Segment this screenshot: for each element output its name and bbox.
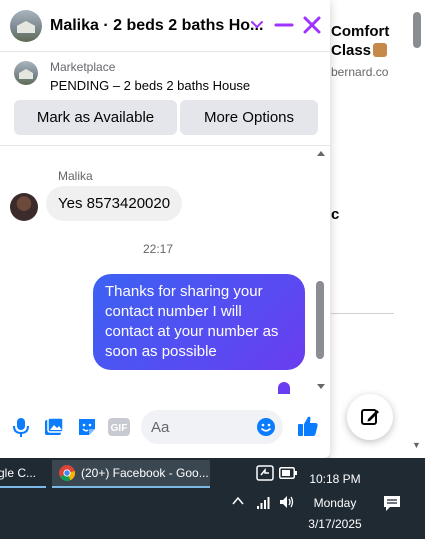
sender-avatar[interactable]: [10, 193, 38, 221]
outgoing-message[interactable]: Thanks for sharing your contact number I…: [93, 274, 305, 370]
page-scrollbar-thumb[interactable]: [413, 12, 421, 48]
message-timestamp: 22:17: [142, 242, 174, 256]
battery-icon[interactable]: [279, 467, 297, 479]
svg-text:GIF: GIF: [111, 423, 128, 434]
compose-icon: [361, 409, 379, 425]
listing-source: Marketplace: [50, 60, 116, 74]
windows-taskbar: gle C... (20+) Facebook - Goo... 10:18 P…: [0, 458, 425, 539]
notifications-icon[interactable]: [383, 494, 401, 512]
outgoing-message-partial: [278, 382, 290, 394]
chrome-icon: [59, 465, 75, 481]
thread-scrollbar-thumb[interactable]: [316, 281, 324, 359]
person-emoji-icon: [373, 43, 388, 57]
message-composer: GIF: [0, 394, 330, 458]
wifi-icon[interactable]: [256, 494, 272, 510]
sticker-icon[interactable]: [76, 416, 98, 438]
chat-title[interactable]: Malika · 2 beds 2 baths Ho...: [50, 17, 263, 35]
gif-icon[interactable]: GIF: [108, 418, 130, 436]
clock-date[interactable]: 3/17/2025: [303, 517, 367, 531]
photo-icon[interactable]: [43, 416, 65, 438]
volume-icon[interactable]: [278, 493, 296, 511]
scroll-up-arrow[interactable]: [317, 151, 325, 156]
mark-as-available-button[interactable]: Mark as Available: [14, 100, 177, 135]
show-hidden-icons-icon[interactable]: [231, 494, 245, 508]
page-scroll-down-arrow[interactable]: ▼: [412, 440, 421, 450]
taskbar-item-chrome[interactable]: (20+) Facebook - Goo...: [52, 460, 210, 488]
background-post-title: Comfort: [331, 23, 390, 40]
listing-status[interactable]: PENDING – 2 beds 2 baths House: [50, 78, 250, 93]
chat-header: Malika · 2 beds 2 baths Ho...: [0, 0, 330, 52]
incoming-message[interactable]: Yes 8573420020: [46, 186, 183, 221]
close-icon[interactable]: [301, 14, 323, 36]
listing-thumbnail[interactable]: [14, 61, 38, 85]
more-options-button[interactable]: More Options: [180, 100, 318, 135]
background-post-title-line2: Class: [331, 42, 388, 59]
messenger-chat-window: Malika · 2 beds 2 baths Ho... Marketplac…: [0, 0, 330, 458]
microphone-icon[interactable]: [10, 416, 32, 438]
chevron-down-icon[interactable]: [248, 14, 266, 34]
sender-name: Malika: [58, 169, 93, 183]
marketplace-listing-panel: Marketplace PENDING – 2 beds 2 baths Hou…: [0, 52, 330, 146]
scroll-down-arrow[interactable]: [317, 384, 325, 389]
clock-time[interactable]: 10:18 PM: [303, 472, 367, 486]
page-scrollbar[interactable]: [410, 0, 425, 458]
background-post-domain: bernard.co: [331, 65, 389, 79]
listing-avatar[interactable]: [10, 10, 42, 42]
clock-day[interactable]: Monday: [303, 496, 367, 510]
thumbs-up-icon[interactable]: [296, 414, 320, 438]
minimize-icon[interactable]: [274, 14, 294, 34]
background-divider: [331, 313, 394, 314]
chrome-task-label: (20+) Facebook - Goo...: [81, 466, 209, 480]
new-message-button[interactable]: [347, 394, 393, 440]
emoji-icon[interactable]: [256, 417, 276, 437]
battery-saver-icon[interactable]: [255, 463, 275, 483]
background-partial-text: c: [331, 206, 340, 223]
taskbar-item-previous[interactable]: gle C...: [0, 460, 46, 488]
message-thread[interactable]: Malika Yes 8573420020 22:17 Thanks for s…: [0, 147, 330, 394]
